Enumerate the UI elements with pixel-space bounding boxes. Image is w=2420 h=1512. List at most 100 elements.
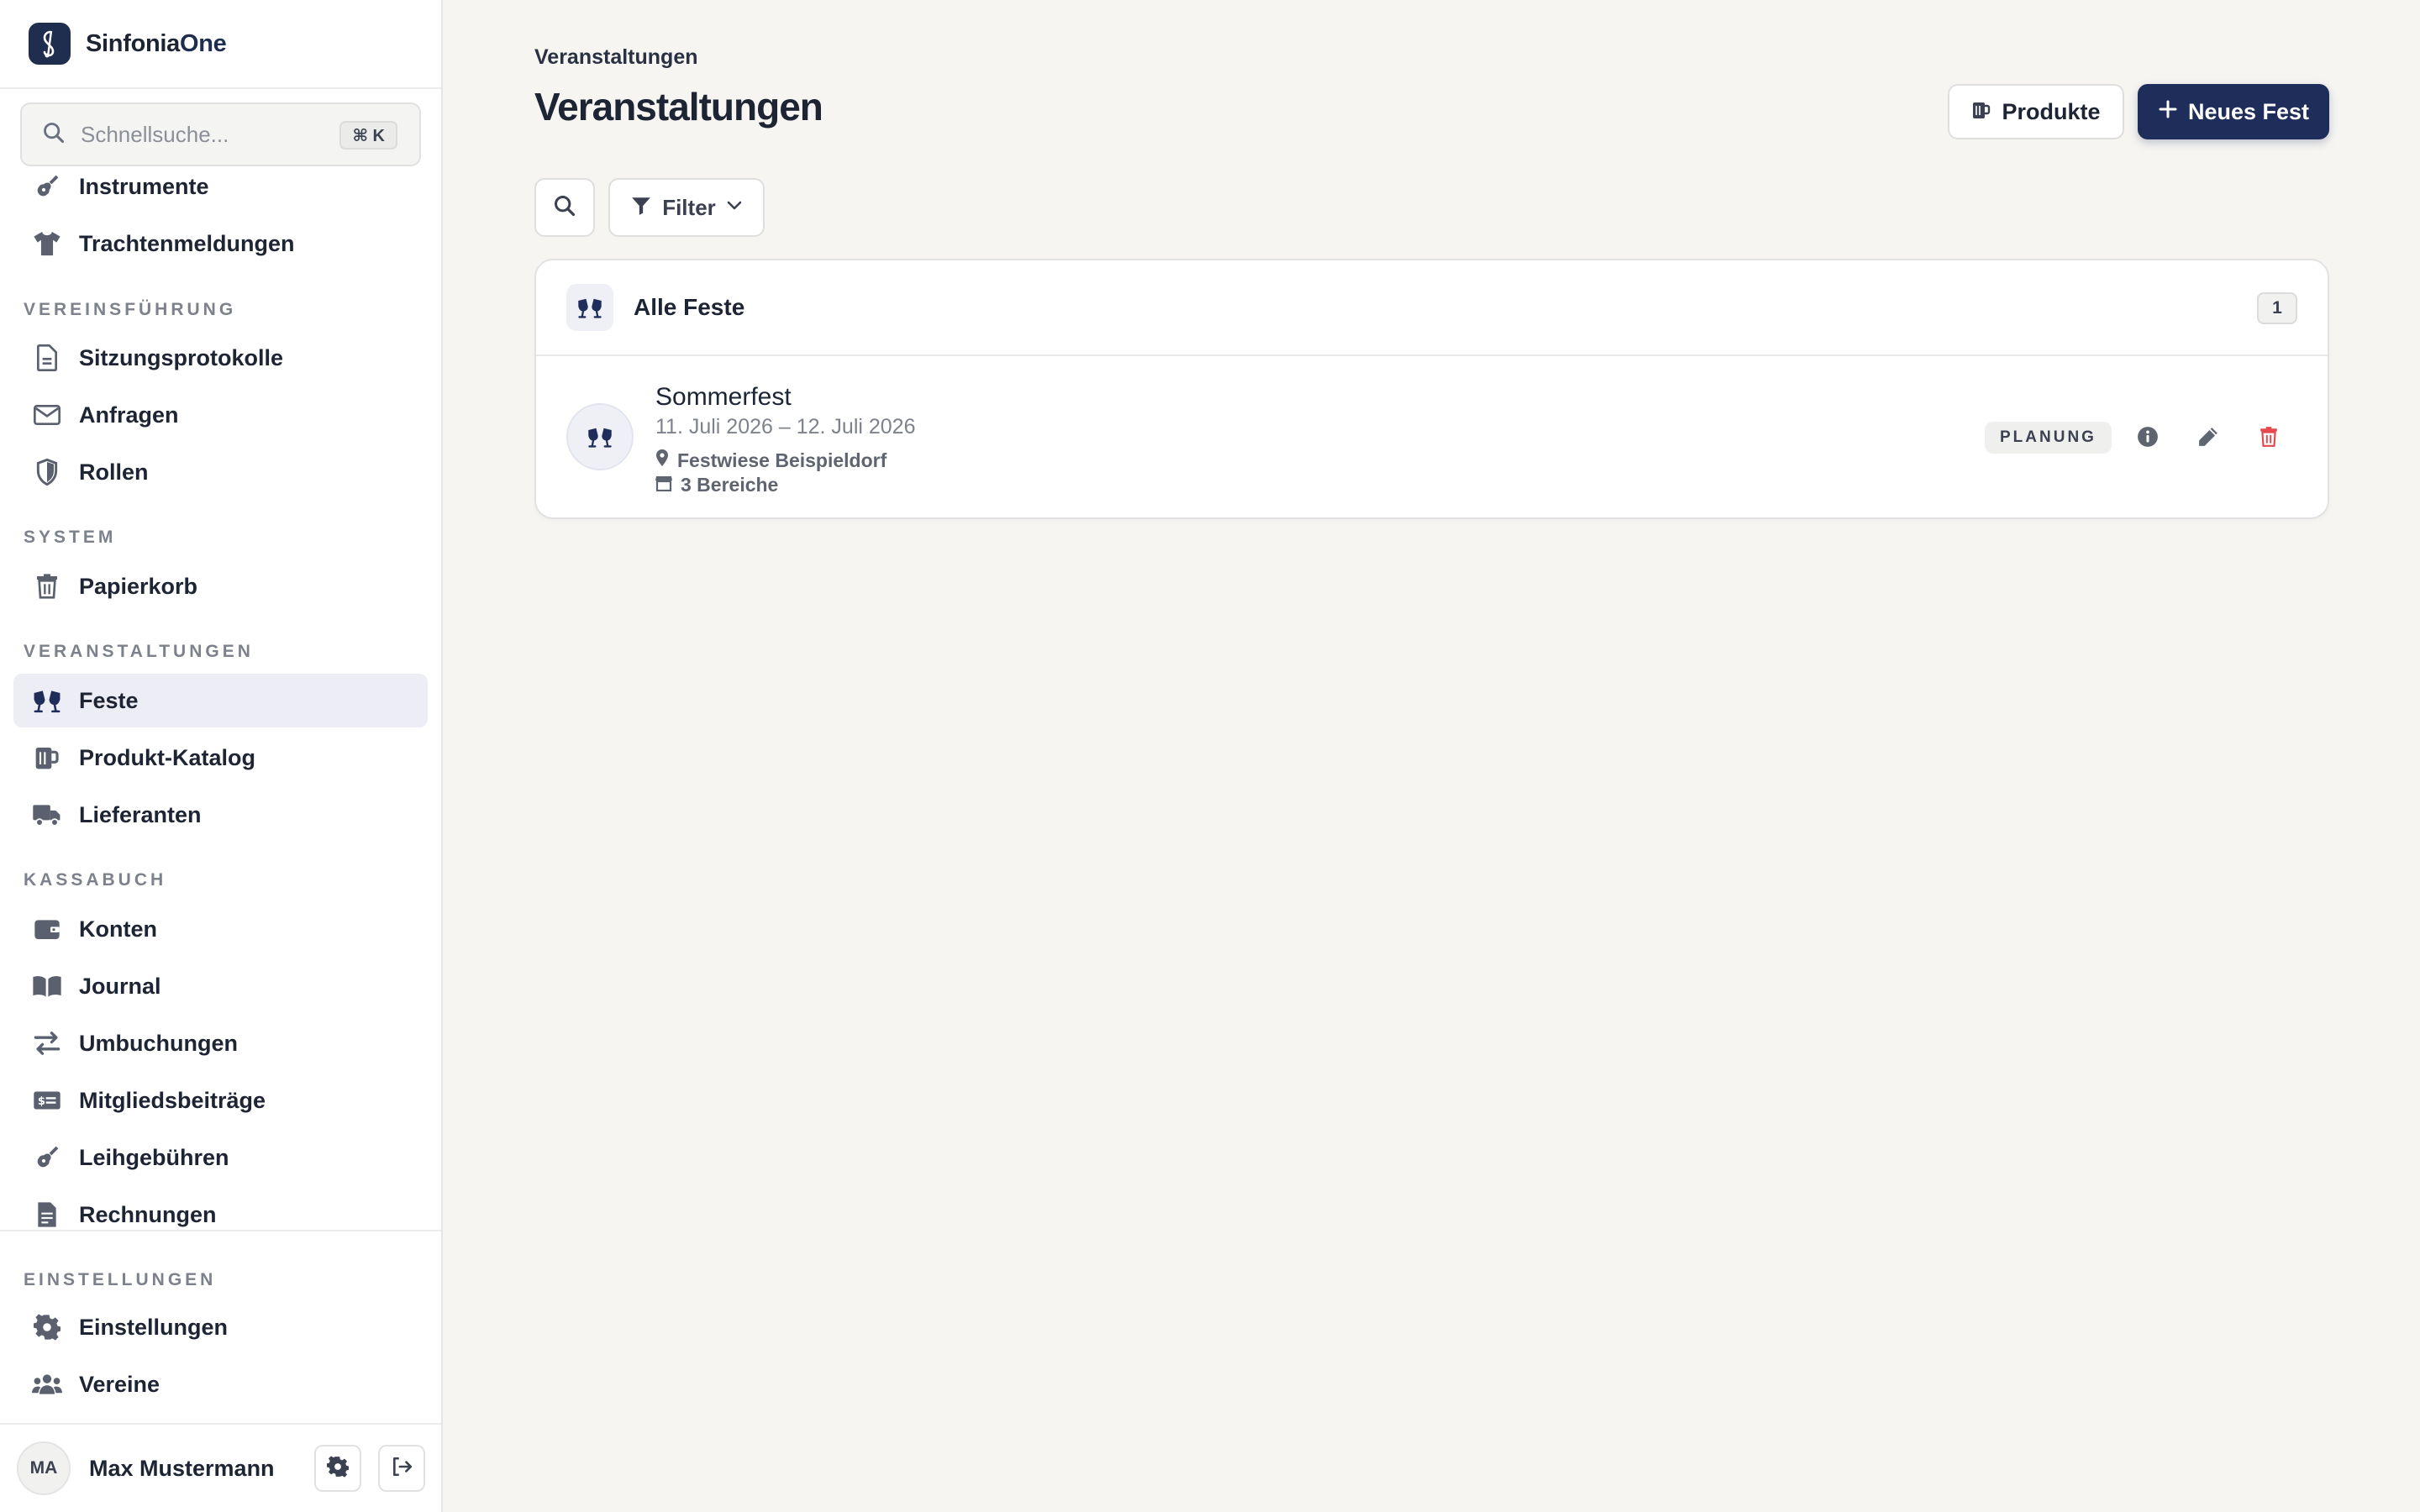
brand[interactable]: SinfoniaOne	[0, 0, 441, 89]
avatar[interactable]: MA	[17, 1441, 71, 1495]
sidebar-item-trachtenmeldungen[interactable]: Trachtenmeldungen	[13, 217, 428, 270]
sidebar-item-konten[interactable]: Konten	[13, 902, 428, 956]
section-label-kassabuch: KASSABUCH	[24, 870, 167, 890]
sidebar-item-label: Umbuchungen	[79, 1030, 238, 1056]
app-name: SinfoniaOne	[86, 30, 227, 58]
sidebar-item-leihgebuehren[interactable]: Leihgebühren	[13, 1131, 428, 1184]
sidebar-item-anfragen[interactable]: Anfragen	[13, 388, 428, 442]
sidebar-item-label: Trachtenmeldungen	[79, 230, 295, 256]
status-badge: PLANUNG	[1985, 422, 2112, 454]
info-button[interactable]	[2133, 423, 2163, 454]
cheers-icon	[566, 284, 613, 331]
trash-icon	[2260, 426, 2278, 452]
transfer-icon	[32, 1028, 62, 1058]
section-label-veranstaltungen: VERANSTALTUNGEN	[24, 642, 254, 661]
sidebar-item-label: Papierkorb	[79, 573, 198, 599]
search-icon	[553, 194, 576, 222]
sidebar-item-rollen[interactable]: Rollen	[13, 445, 428, 499]
new-fest-button[interactable]: Neues Fest	[2138, 84, 2329, 139]
event-dates: 11. Juli 2026 – 12. Juli 2026	[655, 415, 916, 438]
sidebar: SinfoniaOne Schnellsuche... ⌘ K Instrume…	[0, 0, 443, 1512]
document-icon	[32, 343, 62, 373]
users-icon	[32, 1369, 62, 1399]
pencil-icon	[2197, 426, 2219, 452]
app-logo-icon	[29, 23, 71, 65]
products-button[interactable]: Produkte	[1948, 84, 2124, 139]
shirt-icon	[32, 228, 62, 259]
sidebar-divider	[0, 1230, 441, 1231]
truck-icon	[32, 800, 62, 830]
sidebar-item-label: Konten	[79, 916, 157, 942]
event-areas: 3 Bereiche	[655, 474, 778, 496]
user-name: Max Mustermann	[89, 1455, 275, 1481]
fest-list-card: Alle Feste 1 Sommerfest 11. Juli 2026 – …	[534, 259, 2329, 519]
sidebar-item-label: Sitzungsprotokolle	[79, 344, 283, 370]
store-icon	[655, 474, 672, 496]
count-badge: 1	[2257, 292, 2297, 324]
card-title: Alle Feste	[634, 294, 745, 320]
cheers-icon	[32, 685, 62, 716]
section-label-einstellungen: EINSTELLUNGEN	[24, 1270, 217, 1289]
edit-button[interactable]	[2193, 423, 2223, 454]
new-fest-button-label: Neues Fest	[2187, 98, 2310, 124]
sidebar-item-label: Feste	[79, 687, 139, 713]
sidebar-item-label: Leihgebühren	[79, 1144, 229, 1170]
section-label-system: SYSTEM	[24, 528, 117, 547]
gear-icon	[32, 1312, 62, 1342]
user-settings-button[interactable]	[314, 1445, 361, 1492]
beer-mug-icon	[32, 743, 62, 773]
logout-icon	[391, 1456, 413, 1482]
card-header: Alle Feste 1	[536, 260, 2328, 356]
quick-search-input[interactable]: Schnellsuche... ⌘ K	[20, 102, 421, 166]
event-areas-text: 3 Bereiche	[681, 474, 779, 496]
search-button[interactable]	[534, 178, 595, 237]
sidebar-item-label: Journal	[79, 973, 161, 999]
breadcrumb[interactable]: Veranstaltungen	[534, 45, 698, 70]
gear-icon	[327, 1455, 349, 1482]
search-icon	[42, 121, 66, 149]
sidebar-item-produkt-katalog[interactable]: Produkt-Katalog	[13, 731, 428, 785]
map-pin-icon	[655, 449, 669, 472]
sidebar-item-umbuchungen[interactable]: Umbuchungen	[13, 1016, 428, 1070]
sidebar-item-label: Rechnungen	[79, 1201, 217, 1227]
funnel-icon	[630, 195, 652, 221]
delete-button[interactable]	[2254, 423, 2284, 454]
shield-icon	[32, 457, 62, 487]
filter-label: Filter	[662, 194, 716, 220]
sidebar-item-label: Rollen	[79, 459, 149, 485]
products-button-label: Produkte	[2002, 98, 2101, 124]
sidebar-item-label: Einstellungen	[79, 1314, 229, 1340]
sidebar-item-label: Vereine	[79, 1371, 160, 1397]
app-name-part1: Sinfonia	[86, 29, 180, 57]
sidebar-item-instrumente[interactable]: Instrumente	[13, 160, 428, 213]
user-panel: MA Max Mustermann	[0, 1425, 441, 1512]
info-icon	[2137, 426, 2159, 452]
beer-mug-icon	[1971, 99, 1991, 125]
sidebar-item-journal[interactable]: Journal	[13, 959, 428, 1013]
sidebar-item-lieferanten[interactable]: Lieferanten	[13, 788, 428, 842]
app-name-part2: One	[180, 29, 227, 57]
event-location: Festwiese Beispieldorf	[655, 449, 886, 472]
plus-icon	[2158, 99, 2178, 125]
cheers-icon	[566, 403, 634, 470]
trash-icon	[32, 571, 62, 601]
sidebar-item-rechnungen[interactable]: Rechnungen	[13, 1188, 428, 1242]
logout-button[interactable]	[378, 1445, 425, 1492]
chevron-down-icon	[726, 200, 743, 216]
sidebar-item-vereine[interactable]: Vereine	[13, 1357, 428, 1411]
sidebar-item-papierkorb[interactable]: Papierkorb	[13, 559, 428, 613]
event-name[interactable]: Sommerfest	[655, 383, 792, 412]
sidebar-item-sitzungsprotokolle[interactable]: Sitzungsprotokolle	[13, 331, 428, 385]
invoice-icon	[32, 1200, 62, 1230]
svg-text:$: $	[38, 1095, 45, 1108]
section-label-vereinsfuehrung: VEREINSFÜHRUNG	[24, 300, 237, 319]
filter-dropdown[interactable]: Filter	[608, 178, 765, 237]
sidebar-item-feste[interactable]: Feste	[13, 674, 428, 727]
envelope-icon	[32, 400, 62, 430]
sidebar-item-mitgliedsbeitraege[interactable]: $ Mitgliedsbeiträge	[13, 1074, 428, 1127]
event-location-text: Festwiese Beispieldorf	[677, 449, 887, 471]
search-shortcut-badge: ⌘ K	[339, 121, 397, 150]
list-item[interactable]: Sommerfest 11. Juli 2026 – 12. Juli 2026…	[536, 358, 2328, 517]
page-title: Veranstaltungen	[534, 85, 823, 129]
sidebar-item-einstellungen[interactable]: Einstellungen	[13, 1300, 428, 1354]
